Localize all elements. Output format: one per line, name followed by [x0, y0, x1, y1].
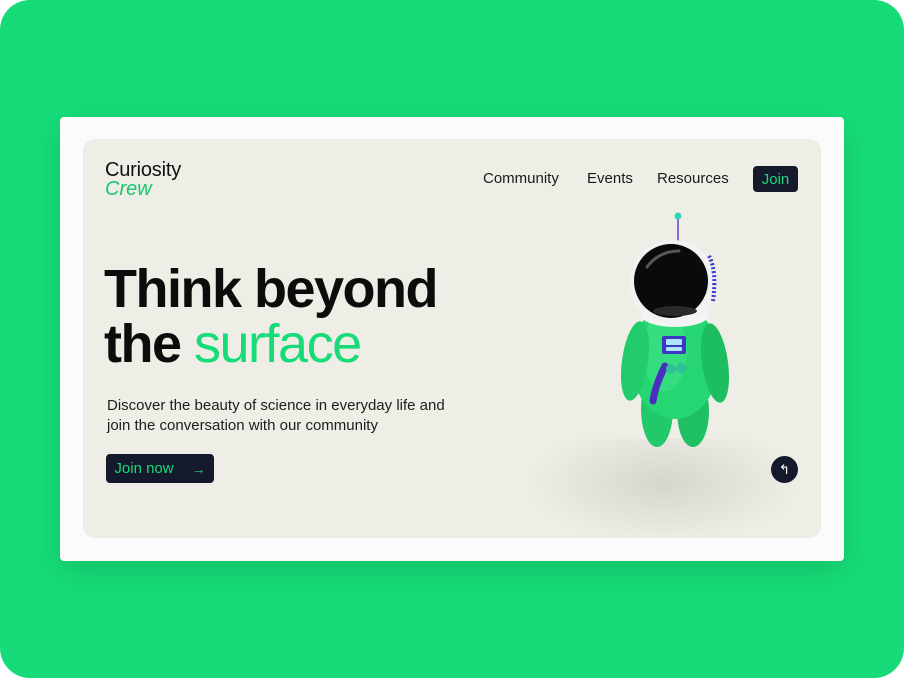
- headline-line-2-accent: surface: [194, 314, 362, 374]
- return-arrow-icon: ↰: [779, 461, 790, 477]
- top-nav: Community Events Resources Join: [83, 166, 821, 192]
- headline-line-2-plain: the: [104, 314, 182, 374]
- join-button[interactable]: Join: [753, 166, 798, 192]
- hero-description: Discover the beauty of science in everyd…: [107, 397, 445, 434]
- headline-line-1: Think beyond: [104, 259, 439, 319]
- nav-item-events[interactable]: Events: [587, 170, 633, 187]
- browser-frame: Curiosity Crew Community Events Resource…: [60, 117, 844, 561]
- nav-item-community[interactable]: Community: [483, 170, 559, 187]
- arrow-right-icon: →: [191, 460, 206, 477]
- hero-headline: Think beyond the surface: [104, 259, 439, 374]
- astronaut-illustration: [620, 212, 730, 447]
- join-now-button[interactable]: Join now →: [106, 454, 214, 483]
- join-now-label: Join now: [114, 460, 174, 477]
- floating-action-button[interactable]: ↰: [771, 456, 798, 483]
- nav-item-resources[interactable]: Resources: [657, 170, 729, 187]
- landing-page: Curiosity Crew Community Events Resource…: [83, 139, 821, 538]
